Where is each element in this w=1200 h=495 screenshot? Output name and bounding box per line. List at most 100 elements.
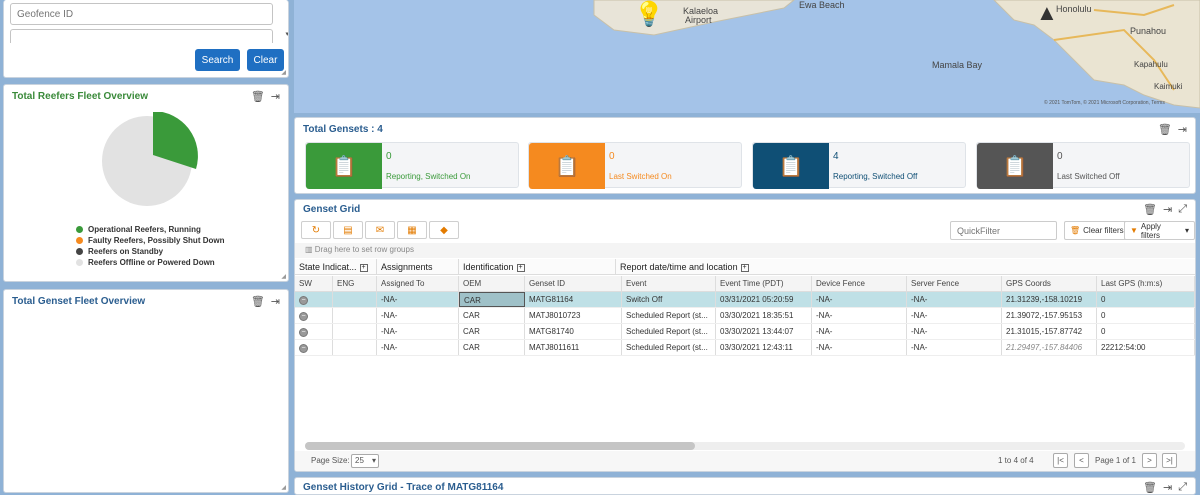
gps-cell[interactable]: 21.31239,-158.10219 — [1002, 292, 1097, 307]
status-circle-icon: − — [299, 344, 308, 353]
range-text: 1 to 4 of 4 — [998, 456, 1034, 465]
resize-handle-icon[interactable]: ◢ — [281, 273, 286, 280]
gensets-title: Total Gensets : 4 — [303, 123, 383, 135]
column-header[interactable]: Assigned To — [377, 276, 459, 291]
genset-id-cell: MATG81164 — [525, 292, 622, 307]
clear-filters-button[interactable]: 🗑 Clear filters — [1064, 221, 1130, 240]
table-row[interactable]: − -NA- CAR MATG81164 Switch Off 03/31/20… — [295, 292, 1195, 308]
trash-icon[interactable]: 🗑 — [251, 295, 265, 308]
last-page-button[interactable]: >| — [1162, 453, 1177, 468]
stat-card-switched-off[interactable]: 📋 4 Reporting, Switched Off — [752, 142, 966, 189]
column-header[interactable]: Device Fence — [812, 276, 907, 291]
table-row[interactable]: − -NA- CAR MATJ8010723 Scheduled Report … — [295, 308, 1195, 324]
trash-icon: 🗑 — [1070, 226, 1081, 235]
pin-icon[interactable]: ⇥ — [1163, 203, 1172, 216]
genset-overview-panel: Total Genset Fleet Overview 🗑 ⇥ ◢ — [3, 289, 289, 493]
scrollbar-thumb[interactable] — [305, 442, 695, 450]
column-header[interactable]: GPS Coords — [1002, 276, 1097, 291]
event-time-cell: 03/30/2021 18:35:51 — [716, 308, 812, 323]
column-header[interactable]: Event — [622, 276, 716, 291]
legend-dot — [76, 259, 83, 266]
clear-button[interactable]: Clear — [247, 49, 284, 71]
trash-icon[interactable]: 🗑 — [1143, 481, 1157, 494]
column-group-report[interactable]: Report date/time and location + — [616, 259, 1195, 274]
clear-filters-label: Clear filters — [1083, 226, 1124, 235]
map-label: Mamala Bay — [932, 60, 983, 70]
expand-icon[interactable]: ⤢ — [1178, 203, 1187, 216]
resize-handle-icon[interactable]: ◢ — [281, 484, 286, 491]
quickfilter-input[interactable] — [950, 221, 1057, 240]
event-time-cell: 03/30/2021 13:44:07 — [716, 324, 812, 339]
column-header[interactable]: Server Fence — [907, 276, 1002, 291]
column-header[interactable]: Last GPS (h:m:s) — [1097, 276, 1195, 291]
tag-icon[interactable]: ◆ — [429, 221, 459, 239]
prev-page-button[interactable]: < — [1074, 453, 1089, 468]
sw-status-cell: − — [295, 292, 333, 307]
expand-plus-icon[interactable]: + — [359, 263, 368, 272]
expand-plus-icon[interactable]: + — [516, 263, 525, 272]
pin-icon[interactable]: ⇥ — [271, 295, 280, 308]
oem-cell[interactable]: CAR — [459, 292, 525, 307]
grid-header: Genset Grid 🗑 ⇥ ⤢ — [295, 200, 1195, 218]
column-header[interactable]: Event Time (PDT) — [716, 276, 812, 291]
cluster-marker-icon[interactable]: ▲ — [1036, 0, 1058, 26]
event-cell: Scheduled Report (st... — [622, 308, 716, 323]
apply-filters-button[interactable]: ▼ Apply filters ▾ — [1124, 221, 1195, 240]
last-gps-cell: 0 — [1097, 292, 1195, 307]
pin-icon[interactable]: ⇥ — [1178, 123, 1187, 136]
column-group-header-row: State Indicat... + Assignments Identifica… — [295, 259, 1195, 275]
gps-cell[interactable]: 21.39072,-157.95153 — [1002, 308, 1097, 323]
group-header-label: Report date/time and location — [620, 262, 738, 272]
device-fence-cell: -NA- — [812, 292, 907, 307]
scroll-down-icon[interactable]: ▾ — [285, 30, 288, 38]
column-header[interactable]: Genset ID — [525, 276, 622, 291]
grid-toolbar: ↻ ▤ ✉ ▦ ◆ — [301, 221, 459, 239]
geofence-id-input[interactable] — [10, 3, 273, 25]
column-group-state[interactable]: State Indicat... + — [295, 259, 377, 274]
stat-card-last-switched-off[interactable]: 📋 0 Last Switched Off — [976, 142, 1190, 189]
table-row[interactable]: − -NA- CAR MATJ8011611 Scheduled Report … — [295, 340, 1195, 356]
stat-label: Last Switched Off — [1057, 172, 1120, 181]
server-fence-cell: -NA- — [907, 292, 1002, 307]
excel-icon[interactable]: ▦ — [397, 221, 427, 239]
page-size-label: Page Size: — [311, 456, 350, 465]
stat-card-last-switched-on[interactable]: 📋 0 Last Switched On — [528, 142, 742, 189]
gps-cell[interactable]: 21.29497,-157.84406 — [1002, 340, 1097, 355]
oem-cell: CAR — [459, 308, 525, 323]
row-group-drop-zone[interactable]: ▥ Drag here to set row groups — [295, 243, 1195, 258]
map-view[interactable]: Kalaeloa Airport Ewa Beach Mamala Bay Pu… — [294, 0, 1200, 113]
page-size-select[interactable]: 25 ▾ — [351, 454, 379, 468]
column-header[interactable]: OEM — [459, 276, 525, 291]
refresh-icon[interactable]: ↻ — [301, 221, 331, 239]
stat-card-switched-on[interactable]: 📋 0 Reporting, Switched On — [305, 142, 519, 189]
gps-cell[interactable]: 21.31015,-157.87742 — [1002, 324, 1097, 339]
search-button[interactable]: Search — [195, 49, 240, 71]
map-label: Ewa Beach — [799, 0, 845, 10]
column-header[interactable]: ENG — [333, 276, 377, 291]
expand-plus-icon[interactable]: + — [740, 263, 749, 272]
table-row[interactable]: − -NA- CAR MATG81740 Scheduled Report (s… — [295, 324, 1195, 340]
column-group-identification[interactable]: Identification + — [459, 259, 616, 274]
export-pdf-icon[interactable]: ▤ — [333, 221, 363, 239]
trash-icon[interactable]: 🗑 — [251, 90, 265, 103]
horizontal-scrollbar[interactable] — [305, 442, 1185, 450]
trash-icon[interactable]: 🗑 — [1158, 123, 1172, 136]
first-page-button[interactable]: |< — [1053, 453, 1068, 468]
secondary-filter-field[interactable]: ▾ — [10, 29, 288, 43]
legend-dot — [76, 226, 83, 233]
trash-icon[interactable]: 🗑 — [1143, 203, 1157, 216]
map-label: Honolulu — [1056, 4, 1092, 14]
reefers-pie-chart — [102, 112, 198, 206]
pin-icon[interactable]: ⇥ — [271, 90, 280, 103]
last-gps-cell: 0 — [1097, 324, 1195, 339]
email-icon[interactable]: ✉ — [365, 221, 395, 239]
column-header[interactable]: SW — [295, 276, 333, 291]
resize-handle-icon[interactable]: ◢ — [281, 69, 286, 76]
expand-icon[interactable]: ⤢ — [1178, 481, 1187, 494]
status-circle-icon: − — [299, 312, 308, 321]
next-page-button[interactable]: > — [1142, 453, 1157, 468]
column-group-assignments[interactable]: Assignments — [377, 259, 459, 274]
lightbulb-marker-icon[interactable]: 💡 — [634, 0, 664, 29]
gensets-header: Total Gensets : 4 🗑 ⇥ — [295, 118, 1195, 140]
pin-icon[interactable]: ⇥ — [1163, 481, 1172, 494]
